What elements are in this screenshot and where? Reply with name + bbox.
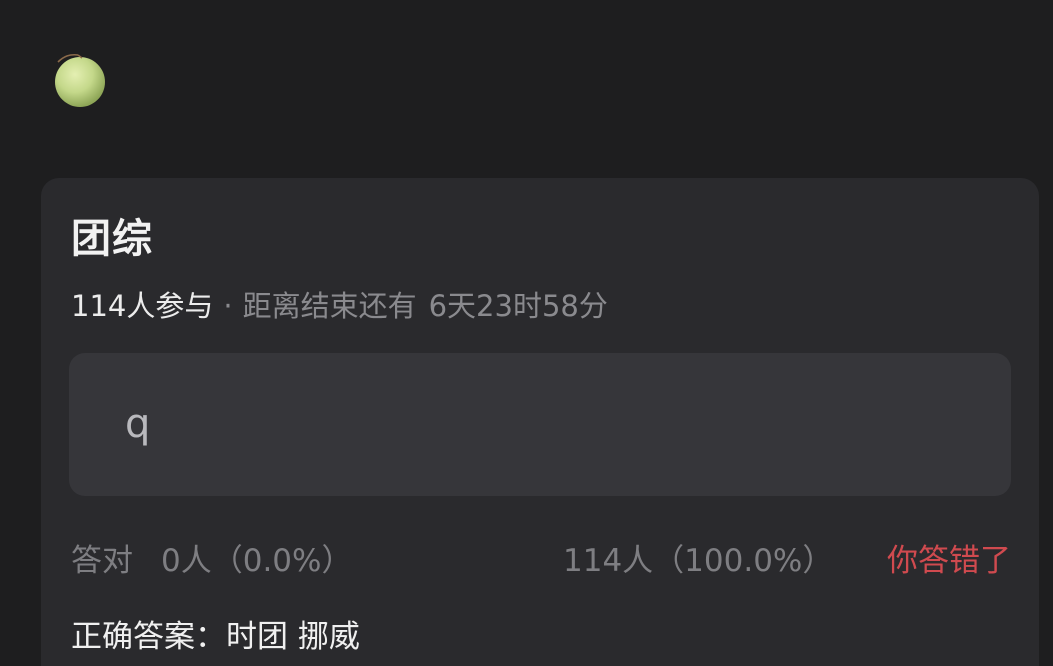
user-answer-box: q — [69, 353, 1011, 496]
melon-icon — [55, 53, 105, 107]
quiz-card: 团综 114人参与 · 距离结束还有 6天23时58分 q 答对 0人（0.0%） 1… — [41, 178, 1039, 666]
correct-count: 0人（0.0%） — [161, 543, 353, 579]
result-badge: 你答错了 — [887, 543, 1011, 579]
quiz-title: 团综 — [71, 216, 153, 262]
correct-answer: 正确答案：时团 挪威 — [71, 619, 360, 655]
page: 团综 114人参与 · 距离结束还有 6天23时58分 q 答对 0人（0.0%） 1… — [0, 0, 1053, 666]
quiz-meta: 114人参与 · 距离结束还有 6天23时58分 — [71, 286, 608, 326]
correct-label: 答对 — [71, 543, 133, 579]
answer-stats: 答对 0人（0.0%） 114人（100.0%） 你答错了 — [71, 540, 1011, 582]
user-answer-text: q — [125, 401, 151, 447]
wrong-count: 114人（100.0%） — [563, 543, 834, 579]
countdown-label: 距离结束还有 — [242, 289, 417, 323]
participants-count: 114人参与 — [71, 289, 214, 323]
meta-separator: · — [223, 289, 233, 323]
countdown-value: 6天23时58分 — [428, 289, 608, 323]
avatar[interactable] — [48, 48, 110, 110]
